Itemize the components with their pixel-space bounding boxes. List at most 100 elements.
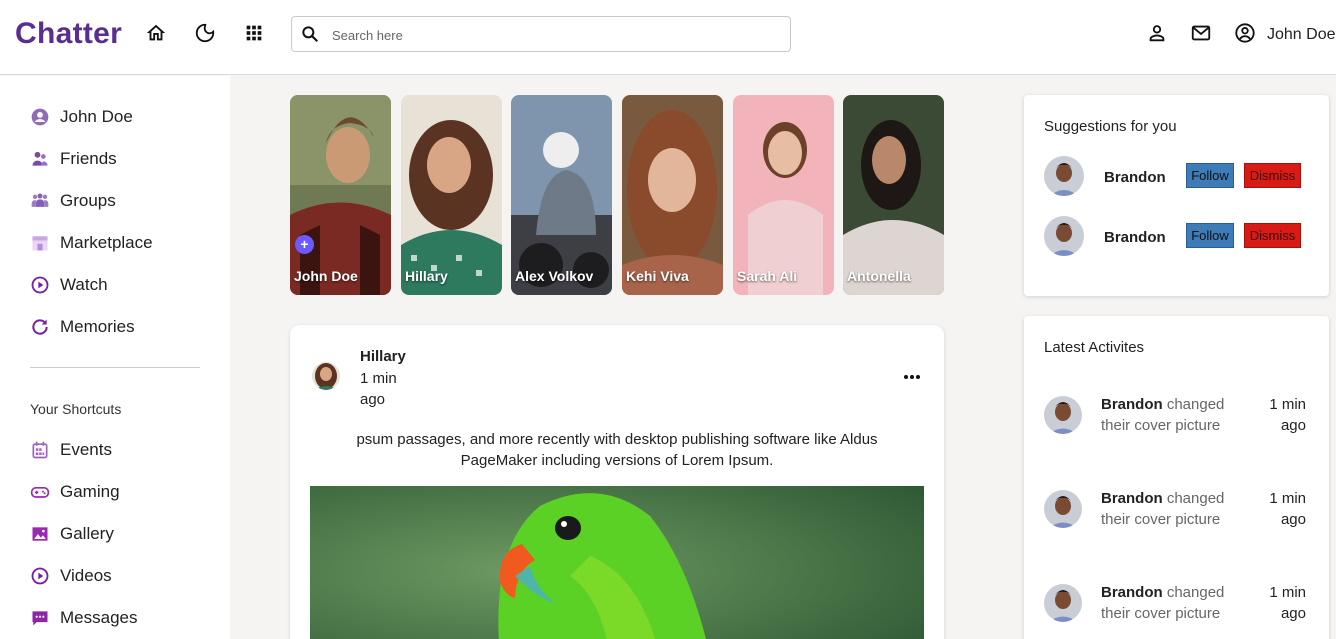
activity-time: 1 min ago: [1269, 584, 1306, 622]
dismiss-button[interactable]: Dismiss: [1244, 223, 1301, 248]
more-options-icon[interactable]: [902, 367, 922, 387]
top-user-name[interactable]: John Doe: [1267, 26, 1336, 44]
sidebar-item-videos[interactable]: Videos: [30, 564, 112, 588]
avatar[interactable]: [1044, 490, 1082, 528]
sidebar-item-messages[interactable]: Messages: [30, 606, 137, 630]
story-photo: [843, 95, 944, 295]
sidebar-item-label: Marketplace: [60, 233, 153, 252]
activity-user[interactable]: Brandon: [1101, 584, 1163, 601]
sidebar-item-gaming[interactable]: Gaming: [30, 480, 120, 504]
sidebar-item-label: Gaming: [60, 482, 120, 501]
story-card[interactable]: Hillary: [401, 95, 502, 295]
story-card[interactable]: Antonella: [843, 95, 944, 295]
suggestion-name[interactable]: Brandon: [1104, 169, 1166, 186]
home-icon[interactable]: [145, 22, 167, 44]
activity-user[interactable]: Brandon: [1101, 396, 1163, 413]
add-story-icon[interactable]: +: [295, 235, 314, 254]
avatar[interactable]: [1044, 584, 1082, 622]
sidebar-item-label: Watch: [60, 275, 108, 294]
suggestions-title: Suggestions for you: [1044, 118, 1177, 135]
post-text: psum passages, and more recently with de…: [356, 431, 878, 469]
play-circle-icon: [30, 566, 50, 586]
sidebar-item-label: Groups: [60, 191, 116, 210]
activity-item: Brandon changed their cover picture 1 mi…: [1044, 490, 1314, 534]
sidebar-item-watch[interactable]: Watch: [30, 273, 108, 297]
sidebar-item-label: Messages: [60, 608, 138, 627]
post-author[interactable]: Hillary: [360, 348, 406, 365]
storefront-icon: [30, 233, 50, 253]
activity-time: 1 min ago: [1269, 490, 1306, 528]
story-name: Antonella: [847, 268, 911, 284]
sidebar-item-events[interactable]: Events: [30, 438, 112, 462]
calendar-icon: [30, 440, 50, 460]
sidebar-item-gallery[interactable]: Gallery: [30, 522, 114, 546]
activities-title: Latest Activites: [1044, 339, 1145, 356]
sidebar-item-label: Memories: [60, 317, 135, 336]
story-name: Kehi Viva: [626, 268, 689, 284]
groups-icon: [30, 191, 50, 211]
story-name: Alex Volkov: [515, 268, 594, 284]
avatar[interactable]: [1044, 216, 1084, 256]
story-card[interactable]: Sarah Ali: [733, 95, 834, 295]
search-bar[interactable]: [291, 16, 791, 52]
gamepad-icon: [30, 482, 50, 502]
activity-text: Brandon changed their cover picture: [1101, 582, 1241, 624]
left-sidebar: John Doe Friends Groups Marketplace Watc…: [0, 76, 230, 639]
story-photo: [733, 95, 834, 295]
shortcuts-title: Your Shortcuts: [30, 401, 122, 417]
top-bar: Chatter John Doe: [0, 0, 1336, 75]
search-input[interactable]: [332, 25, 772, 45]
dismiss-button[interactable]: Dismiss: [1244, 163, 1301, 188]
account-circle-icon[interactable]: [1234, 22, 1256, 44]
sidebar-item-label: Gallery: [60, 524, 114, 543]
story-card[interactable]: Alex Volkov: [511, 95, 612, 295]
moon-icon[interactable]: [194, 22, 216, 44]
story-photo: [622, 95, 723, 295]
app-logo[interactable]: Chatter: [15, 17, 122, 51]
sidebar-item-label: Videos: [60, 566, 112, 585]
sidebar-item-marketplace[interactable]: Marketplace: [30, 231, 153, 255]
story-photo: [401, 95, 502, 295]
activities-card: Latest Activites Brandon changed their c…: [1024, 316, 1329, 639]
post-image[interactable]: [310, 486, 924, 639]
sidebar-item-label: John Doe: [60, 107, 133, 126]
friends-icon: [30, 149, 50, 169]
follow-button[interactable]: Follow: [1186, 223, 1234, 248]
story-photo: [511, 95, 612, 295]
play-circle-icon: [30, 275, 50, 295]
sidebar-item-label: Events: [60, 440, 112, 459]
avatar[interactable]: [1044, 396, 1082, 434]
activity-user[interactable]: Brandon: [1101, 490, 1163, 507]
story-name: Sarah Ali: [737, 268, 798, 284]
suggestion-name[interactable]: Brandon: [1104, 229, 1166, 246]
activity-item: Brandon changed their cover picture 1 mi…: [1044, 584, 1314, 628]
activity-time: 1 min ago: [1269, 396, 1306, 434]
suggestion-item: Brandon Follow Dismiss: [1044, 156, 1314, 196]
sidebar-divider: [30, 367, 200, 368]
story-card[interactable]: + John Doe: [290, 95, 391, 295]
sidebar-item-memories[interactable]: Memories: [30, 315, 135, 339]
suggestions-card: Suggestions for you Brandon Follow Dismi…: [1024, 95, 1329, 296]
story-name: Hillary: [405, 268, 448, 284]
apps-grid-icon[interactable]: [243, 22, 265, 44]
activity-text: Brandon changed their cover picture: [1101, 488, 1241, 530]
mail-icon[interactable]: [1190, 22, 1212, 44]
story-name: John Doe: [294, 268, 358, 284]
search-icon: [300, 24, 320, 44]
history-icon: [30, 317, 50, 337]
sidebar-item-profile[interactable]: John Doe: [30, 105, 133, 129]
follow-button[interactable]: Follow: [1186, 163, 1234, 188]
sidebar-item-groups[interactable]: Groups: [30, 189, 116, 213]
avatar[interactable]: [1044, 156, 1084, 196]
message-icon: [30, 608, 50, 628]
story-photo: [290, 95, 391, 295]
sidebar-item-label: Friends: [60, 149, 117, 168]
activity-item: Brandon changed their cover picture 1 mi…: [1044, 396, 1314, 440]
avatar[interactable]: [312, 362, 340, 390]
post-card: Hillary 1 min ago psum passages, and mor…: [290, 325, 944, 639]
activity-text: Brandon changed their cover picture: [1101, 394, 1241, 436]
sidebar-item-friends[interactable]: Friends: [30, 147, 117, 171]
story-card[interactable]: Kehi Viva: [622, 95, 723, 295]
person-icon[interactable]: [1146, 22, 1168, 44]
suggestion-item: Brandon Follow Dismiss: [1044, 216, 1314, 256]
